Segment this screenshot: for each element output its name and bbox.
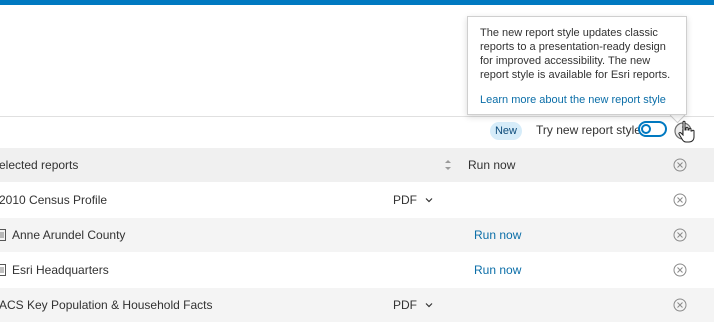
run-now-link[interactable]: Run now <box>474 253 521 287</box>
header-selected-reports: elected reports <box>0 158 79 172</box>
report-style-toolbar: New Try new report style <box>0 116 714 149</box>
table-row: ACS Key Population & Household Facts PDF <box>0 288 714 323</box>
report-name: 2010 Census Profile <box>0 193 108 207</box>
new-style-toggle[interactable] <box>638 121 667 137</box>
report-style-popover: The new report style updates classic rep… <box>467 16 687 115</box>
remove-icon[interactable] <box>673 193 687 207</box>
try-new-style-label: Try new report style <box>536 123 641 137</box>
document-icon <box>0 229 6 241</box>
table-row: 2010 Census Profile PDF <box>0 183 714 218</box>
format-select[interactable]: PDF <box>393 183 417 217</box>
table-header: elected reports Run now <box>0 148 714 183</box>
report-name: ACS Key Population & Household Facts <box>0 298 213 312</box>
report-location: Anne Arundel County <box>12 228 126 242</box>
chevron-down-icon[interactable] <box>424 195 434 205</box>
popover-text: The new report style updates classic rep… <box>480 27 671 81</box>
selected-reports-table: elected reports Run now 2010 Census Prof… <box>0 148 714 323</box>
top-accent-bar <box>0 0 714 5</box>
document-icon <box>0 264 6 276</box>
table-row: Anne Arundel County Run now <box>0 218 714 253</box>
remove-icon[interactable] <box>673 228 687 242</box>
sort-icon[interactable] <box>443 158 453 172</box>
learn-more-link[interactable]: Learn more about the new report style <box>480 93 666 107</box>
run-now-link[interactable]: Run now <box>474 218 521 252</box>
remove-all-icon[interactable] <box>673 158 687 172</box>
toggle-knob <box>641 124 651 134</box>
remove-icon[interactable] <box>673 298 687 312</box>
chevron-down-icon[interactable] <box>424 300 434 310</box>
format-select[interactable]: PDF <box>393 288 417 322</box>
table-row: Esri Headquarters Run now <box>0 253 714 288</box>
new-badge: New <box>490 122 522 140</box>
report-location: Esri Headquarters <box>12 263 109 277</box>
hand-cursor-icon <box>678 120 695 143</box>
remove-icon[interactable] <box>673 263 687 277</box>
header-run-now: Run now <box>468 158 516 172</box>
